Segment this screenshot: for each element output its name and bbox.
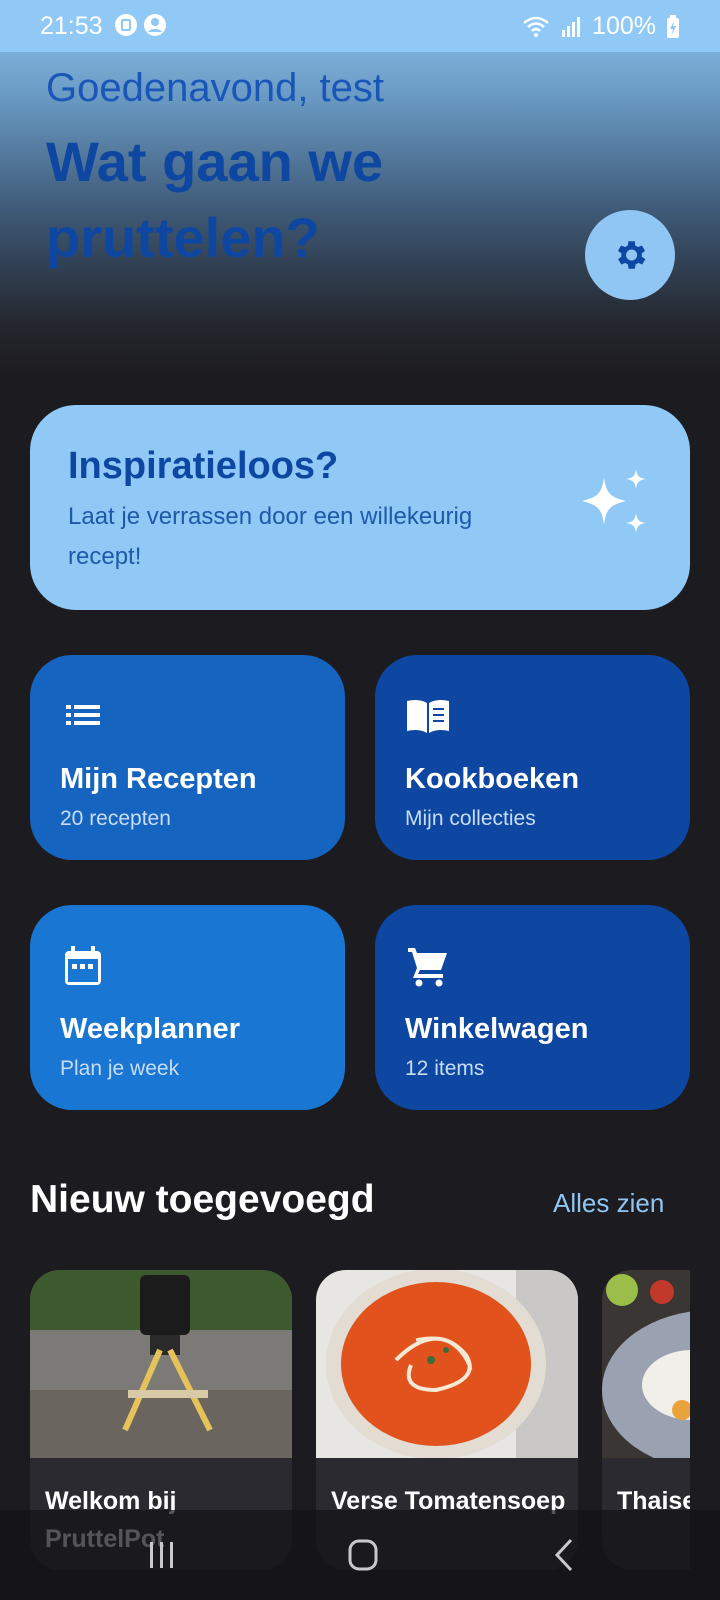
tile-title: Weekplanner (60, 1013, 240, 1045)
list-icon (66, 705, 100, 725)
tile-subtitle: Plan je week (60, 1057, 180, 1080)
signal-icon (562, 16, 581, 37)
status-time: 21:53 (40, 12, 103, 40)
wifi-icon (523, 16, 549, 37)
gear-icon (617, 241, 646, 269)
battery-charging-icon (667, 14, 679, 38)
cart-icon (408, 948, 447, 987)
tile-title: Kookboeken (405, 763, 580, 795)
tile-weekplanner[interactable]: Weekplanner Plan je week (30, 905, 345, 1110)
calendar-icon (65, 946, 101, 985)
recent-apps-icon[interactable] (132, 1532, 192, 1578)
tile-title: Winkelwagen (405, 1013, 589, 1045)
tile-my-recipes[interactable]: Mijn Recepten 20 recepten (30, 655, 345, 860)
status-bar: 21:53 100% (0, 0, 720, 52)
book-open-icon (407, 699, 449, 733)
status-indicators: 100% (522, 12, 680, 41)
battery-percentage: 100% (592, 12, 656, 40)
section-title-new: Nieuw toegevoegd (30, 1178, 375, 1221)
greeting-text: Goedenavond, test (46, 66, 385, 110)
home-icon[interactable] (333, 1532, 393, 1578)
settings-button[interactable] (585, 210, 675, 300)
back-icon[interactable] (535, 1532, 595, 1578)
system-navigation-bar (0, 1510, 720, 1600)
inspiration-title: Inspiratieloos? (68, 445, 339, 487)
page-headline: Wat gaan we pruttelen? (46, 130, 384, 269)
recipe-image (30, 1270, 292, 1458)
recipe-image (602, 1270, 690, 1458)
notification-app-icon (115, 14, 137, 36)
account-icon (144, 14, 166, 36)
tile-subtitle: 12 items (405, 1057, 485, 1080)
inspiration-card[interactable]: Inspiratieloos? Laat je verrassen door e… (30, 405, 690, 610)
tile-subtitle: Mijn collecties (405, 807, 536, 830)
inspiration-subtitle: Laat je verrassen door een willekeurig r… (68, 503, 473, 570)
tile-cookbooks[interactable]: Kookboeken Mijn collecties (375, 655, 690, 860)
recipe-image (316, 1270, 578, 1458)
tile-title: Mijn Recepten (60, 763, 257, 795)
tile-subtitle: 20 recepten (60, 807, 171, 830)
see-all-link[interactable]: Alles zien (553, 1188, 664, 1219)
sparkles-icon (582, 469, 646, 533)
tile-shopping-cart[interactable]: Winkelwagen 12 items (375, 905, 690, 1110)
